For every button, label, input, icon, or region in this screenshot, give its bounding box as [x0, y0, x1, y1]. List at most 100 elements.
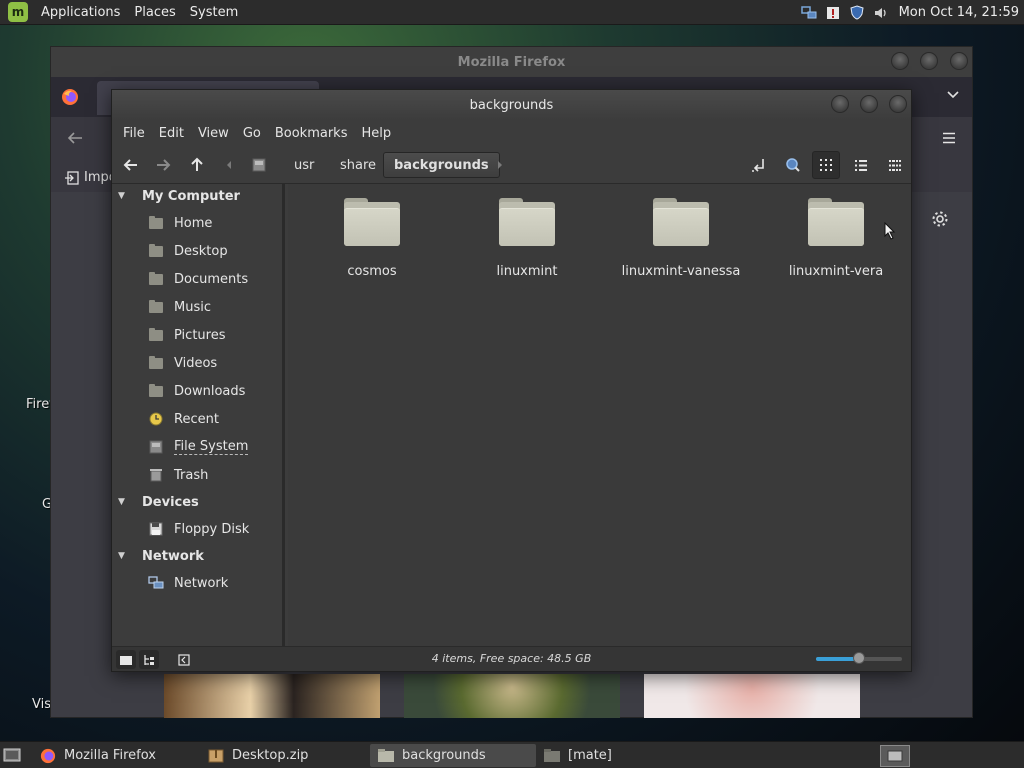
sidebar-item-label: Downloads	[174, 383, 246, 399]
sidebar-item-videos[interactable]: Videos	[148, 352, 282, 374]
chevron-right-icon	[498, 161, 502, 169]
menu-view[interactable]: View	[191, 126, 236, 141]
search-icon	[786, 158, 800, 172]
breadcrumb-scroll-left[interactable]	[222, 152, 236, 178]
sidebar-item-label: Documents	[174, 271, 249, 287]
maximize-button[interactable]	[859, 95, 878, 113]
network-icon	[148, 576, 164, 590]
update-alert-icon[interactable]	[825, 5, 841, 21]
firefox-icon	[40, 748, 56, 764]
sidebar-item-trash[interactable]: Trash	[148, 464, 282, 486]
sidebar-item-recent[interactable]: Recent	[148, 408, 282, 430]
places-menu[interactable]: Places	[127, 5, 182, 20]
volume-icon[interactable]	[873, 5, 889, 21]
sidebar-item-label: Floppy Disk	[174, 521, 250, 537]
sidebar-section-network[interactable]: ▼ Network	[118, 546, 204, 566]
shield-icon[interactable]	[849, 5, 865, 21]
sidebar-item-desktop[interactable]: Desktop	[148, 240, 282, 262]
menubar: File Edit View Go Bookmarks Help	[112, 120, 911, 146]
minimize-button[interactable]	[830, 95, 849, 113]
forward-arrow-icon	[157, 159, 171, 171]
sidebar-section-label: Devices	[142, 494, 199, 510]
toggle-location-button[interactable]	[746, 152, 772, 178]
up-button[interactable]	[184, 152, 210, 178]
file-manager-window: backgrounds File Edit View Go Bookmarks …	[111, 89, 912, 672]
downloads-folder-icon	[148, 383, 164, 398]
folder-item-linuxmint[interactable]: linuxmint	[452, 198, 602, 279]
applications-menu[interactable]: Applications	[34, 5, 127, 20]
firefox-titlebar[interactable]: Mozilla Firefox	[51, 47, 972, 77]
sidebar-item-home[interactable]: Home	[148, 212, 282, 234]
sidebar-item-floppy-disk[interactable]: Floppy Disk	[148, 518, 282, 540]
workspace-switcher[interactable]	[880, 745, 910, 767]
folder-label: cosmos	[347, 264, 397, 279]
folder-icon	[544, 748, 560, 764]
bottom-panel: Mozilla Firefox Desktop.zip backgrounds …	[0, 741, 1024, 768]
network-icon[interactable]	[800, 5, 817, 21]
sidebar-section-devices[interactable]: ▼ Devices	[118, 492, 199, 512]
firefox-back-icon[interactable]	[67, 131, 83, 149]
folder-item-cosmos[interactable]: cosmos	[297, 198, 447, 279]
zoom-slider[interactable]	[816, 652, 902, 664]
breadcrumb-backgrounds[interactable]: backgrounds	[383, 152, 500, 178]
sidebar-item-music[interactable]: Music	[148, 296, 282, 318]
menu-help[interactable]: Help	[354, 126, 398, 141]
import-icon	[65, 170, 79, 185]
system-tray: Mon Oct 14, 21:59	[797, 0, 1024, 25]
file-manager-titlebar[interactable]: backgrounds	[112, 90, 911, 120]
thumbnail-image[interactable]	[404, 674, 620, 718]
compact-view-toggle[interactable]	[881, 151, 909, 179]
thumbnail-image[interactable]	[164, 674, 380, 718]
menu-go[interactable]: Go	[236, 126, 268, 141]
mint-menu-icon[interactable]: m	[8, 2, 28, 22]
firefox-menu-icon[interactable]	[942, 132, 956, 148]
sidebar-item-downloads[interactable]: Downloads	[148, 380, 282, 402]
forward-button[interactable]	[150, 152, 176, 178]
sidebar-item-documents[interactable]: Documents	[148, 268, 282, 290]
menu-file[interactable]: File	[116, 126, 152, 141]
grid-icon	[820, 159, 832, 171]
system-menu[interactable]: System	[183, 5, 245, 20]
folder-item-linuxmint-vanessa[interactable]: linuxmint-vanessa	[606, 198, 756, 279]
task-mozilla-firefox[interactable]: Mozilla Firefox	[32, 744, 194, 767]
sidebar-section-label: My Computer	[142, 188, 240, 204]
sidebar-section-my-computer[interactable]: ▼ My Computer	[118, 186, 240, 206]
thumbnail-image[interactable]	[644, 674, 860, 718]
menu-bookmarks[interactable]: Bookmarks	[268, 126, 355, 141]
list-view-toggle[interactable]	[847, 151, 875, 179]
root-crumb[interactable]	[246, 152, 272, 178]
firefox-close-button[interactable]	[950, 52, 968, 70]
documents-folder-icon	[148, 271, 164, 286]
breadcrumb-usr[interactable]: usr	[284, 152, 324, 178]
zoom-slider-handle[interactable]	[853, 652, 865, 664]
chevron-left-icon	[227, 161, 231, 169]
task-label: Mozilla Firefox	[64, 748, 156, 763]
sidebar-item-file-system[interactable]: File System	[148, 436, 282, 458]
task-backgrounds[interactable]: backgrounds	[370, 744, 536, 767]
desktop-icon-label-vis[interactable]: Vis	[32, 697, 51, 712]
clock[interactable]: Mon Oct 14, 21:59	[893, 5, 1024, 20]
show-desktop-icon[interactable]	[3, 747, 21, 767]
breadcrumb-share[interactable]: share	[330, 152, 386, 178]
firefox-minimize-button[interactable]	[890, 52, 909, 70]
close-button[interactable]	[889, 95, 907, 113]
sidebar-item-pictures[interactable]: Pictures	[148, 324, 282, 346]
search-button[interactable]	[780, 152, 806, 178]
statusbar: 4 items, Free space: 48.5 GB	[112, 646, 911, 671]
breadcrumb-scroll-right[interactable]	[493, 152, 507, 178]
back-button[interactable]	[118, 152, 144, 178]
task-label: backgrounds	[402, 748, 486, 763]
task-mate[interactable]: [mate]	[536, 744, 702, 767]
top-panel: m Applications Places System Mon Oct 14,…	[0, 0, 1024, 25]
icon-view-toggle[interactable]	[812, 151, 840, 179]
sidebar-item-network[interactable]: Network	[148, 572, 282, 594]
harddisk-icon	[252, 158, 266, 172]
import-bookmarks-button[interactable]: Impo	[65, 170, 117, 185]
folder-label: linuxmint	[496, 264, 558, 279]
firefox-settings-gear-icon[interactable]	[931, 210, 949, 232]
tab-list-chevron-icon[interactable]	[946, 89, 960, 104]
task-desktop-zip[interactable]: Desktop.zip	[200, 744, 366, 767]
menu-edit[interactable]: Edit	[152, 126, 191, 141]
icon-view: cosmos linuxmint linuxmint-vanessa linux…	[288, 184, 911, 646]
firefox-maximize-button[interactable]	[920, 52, 939, 70]
